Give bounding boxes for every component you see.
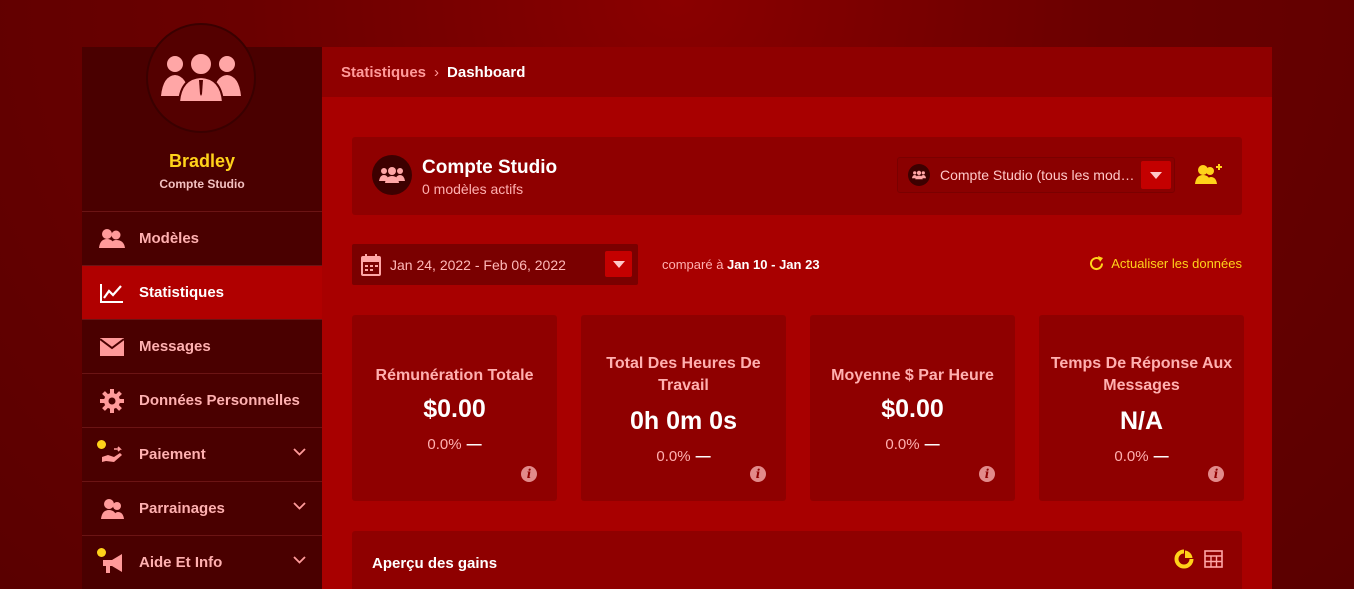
stat-change-value: 0.0% <box>427 436 462 453</box>
stat-change-dash: — <box>695 448 711 465</box>
breadcrumb: Statistiques › Dashboard <box>322 47 1272 97</box>
chart-line-icon <box>99 280 125 306</box>
select-caret-button[interactable] <box>1141 161 1171 189</box>
group-users-icon <box>161 52 241 103</box>
stat-change: 0.0% — <box>1039 448 1244 465</box>
gains-overview-card: Aperçu des gains <box>352 531 1242 589</box>
gear-icon <box>99 388 125 414</box>
add-user-icon[interactable] <box>1195 163 1223 185</box>
studio-title: Compte Studio <box>422 157 558 178</box>
sidebar-item-statistiques[interactable]: Statistiques <box>82 266 322 320</box>
stat-title: Temps De Réponse Aux Messages <box>1050 355 1233 394</box>
stat-card-moyenne: Moyenne $ Par Heure $0.00 0.0% — i <box>810 315 1015 501</box>
studio-avatar <box>372 155 412 195</box>
stat-value: 0h 0m 0s <box>629 407 737 435</box>
referral-icon <box>99 496 125 522</box>
info-icon[interactable]: i <box>979 466 995 482</box>
date-range-picker[interactable]: Jan 24, 2022 - Feb 06, 2022 <box>352 244 638 285</box>
sidebar-item-messages[interactable]: Messages <box>82 320 322 374</box>
sidebar-item-paiement[interactable]: Paiement <box>82 428 322 482</box>
profile-role: Compte Studio <box>159 177 245 191</box>
stat-change: 0.0% — <box>352 436 557 453</box>
notification-dot <box>97 547 106 557</box>
date-range-caret-button[interactable] <box>605 251 632 277</box>
stat-change-value: 0.0% <box>885 436 920 453</box>
chevron-down-icon <box>293 502 306 510</box>
avatar[interactable] <box>146 23 256 133</box>
sidebar-item-label: Messages <box>139 338 211 355</box>
table-icon[interactable] <box>1204 550 1223 568</box>
main-content: Statistiques › Dashboard Compte Studio 0… <box>322 47 1272 589</box>
info-icon[interactable]: i <box>750 466 766 482</box>
info-icon[interactable]: i <box>1208 466 1224 482</box>
sidebar-item-label: Statistiques <box>139 284 225 301</box>
group-users-icon <box>908 164 930 186</box>
sidebar-item-donnees-personnelles[interactable]: Données Personnelles <box>82 374 322 428</box>
studio-card: Compte Studio 0 modèles actifs Compte St… <box>352 137 1242 215</box>
info-icon[interactable]: i <box>521 466 537 482</box>
sidebar: Bradley Compte Studio Modèles Statistiqu… <box>82 23 322 589</box>
stat-change: 0.0% — <box>581 448 786 465</box>
stat-card-temps-reponse: Temps De Réponse Aux Messages N/A 0.0% — … <box>1039 315 1244 501</box>
stat-value: $0.00 <box>881 395 944 423</box>
users-icon <box>99 226 125 252</box>
compare-label: comparé à <box>662 257 724 272</box>
caret-down-icon <box>1150 171 1162 179</box>
breadcrumb-separator: › <box>434 63 440 81</box>
sidebar-item-parrainages[interactable]: Parrainages <box>82 482 322 536</box>
profile-name: Bradley <box>168 151 236 171</box>
sidebar-item-label: Paiement <box>139 446 206 463</box>
studio-select-value: Compte Studio (tous les modèles) <box>940 167 1136 183</box>
sidebar-item-label: Aide Et Info <box>139 554 223 571</box>
sidebar-item-aide-et-info[interactable]: Aide Et Info <box>82 536 322 589</box>
caret-down-icon <box>612 260 625 268</box>
sidebar-item-label: Parrainages <box>139 500 225 517</box>
notification-dot <box>97 439 106 449</box>
stat-change-value: 0.0% <box>656 448 691 465</box>
stat-title: Total Des Heures De Travail <box>606 355 761 394</box>
sidebar-item-modeles[interactable]: Modèles <box>82 212 322 266</box>
date-range-value: Jan 24, 2022 - Feb 06, 2022 <box>390 256 566 273</box>
megaphone-icon <box>97 547 125 576</box>
stat-card-remuneration: Rémunération Totale $0.00 0.0% — i <box>352 315 557 501</box>
calendar-icon <box>361 253 381 276</box>
stat-change-dash: — <box>924 436 940 453</box>
stat-value: N/A <box>1119 407 1164 435</box>
gains-title: Aperçu des gains <box>372 555 498 572</box>
stat-title: Rémunération Totale <box>375 367 534 384</box>
envelope-icon <box>99 334 125 360</box>
pie-chart-icon[interactable] <box>1174 549 1194 569</box>
chevron-down-icon <box>293 448 306 456</box>
sidebar-item-label: Modèles <box>139 230 200 247</box>
refresh-data-link[interactable]: Actualiser les données <box>1088 255 1242 272</box>
profile-card: Bradley Compte Studio <box>82 23 322 212</box>
sidebar-item-label: Données Personnelles <box>139 392 300 409</box>
stat-value: $0.00 <box>423 395 486 423</box>
studio-account-select[interactable]: Compte Studio (tous les modèles) <box>897 157 1175 193</box>
breadcrumb-dashboard: Dashboard <box>447 63 526 81</box>
studio-subtitle: 0 modèles actifs <box>422 181 524 197</box>
stat-change: 0.0% — <box>810 436 1015 453</box>
refresh-icon <box>1090 256 1104 271</box>
stat-card-heures: Total Des Heures De Travail 0h 0m 0s 0.0… <box>581 315 786 501</box>
stat-change-value: 0.0% <box>1114 448 1149 465</box>
compare-text: comparé à Jan 10 - Jan 23 <box>662 257 820 272</box>
hand-money-icon <box>97 439 125 468</box>
stat-change-dash: — <box>466 436 482 453</box>
group-users-icon <box>379 167 405 183</box>
chevron-down-icon <box>293 556 306 564</box>
stat-change-dash: — <box>1153 448 1169 465</box>
stat-title: Moyenne $ Par Heure <box>831 367 994 384</box>
compare-range: Jan 10 - Jan 23 <box>727 257 820 272</box>
refresh-label: Actualiser les données <box>1111 256 1242 271</box>
breadcrumb-statistiques[interactable]: Statistiques <box>341 64 426 81</box>
